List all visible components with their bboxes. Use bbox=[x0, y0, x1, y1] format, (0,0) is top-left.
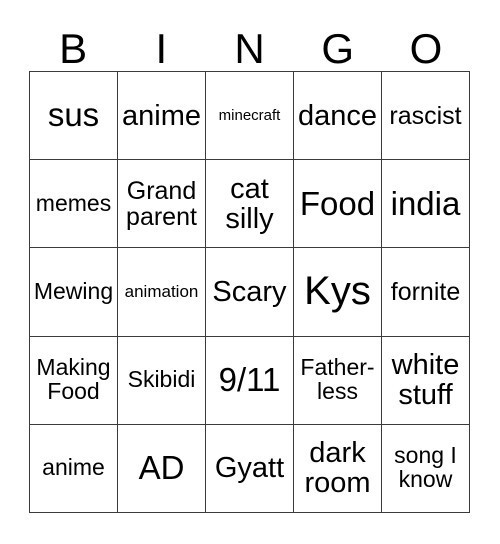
bingo-cell-label: animation bbox=[124, 282, 199, 302]
bingo-cell-label: cat silly bbox=[225, 172, 274, 235]
bingo-cell[interactable]: 9/11 bbox=[206, 336, 294, 425]
bingo-cell-label: minecraft bbox=[218, 106, 281, 124]
bingo-grid: sus anime minecraft dance rascist memes Grand … bbox=[29, 71, 470, 513]
bingo-cell-label: Making Food bbox=[36, 354, 111, 405]
bingo-cell-label: AD bbox=[138, 449, 185, 487]
bingo-cell[interactable]: memes bbox=[30, 160, 118, 249]
bingo-cell[interactable]: anime bbox=[118, 72, 206, 161]
bingo-cell[interactable]: song I know bbox=[382, 424, 470, 513]
bingo-cell-label: Food bbox=[299, 184, 376, 222]
header-letter-b: B bbox=[59, 25, 88, 72]
bingo-cell[interactable]: cat silly bbox=[206, 160, 294, 249]
bingo-cell-label: Skibidi bbox=[127, 366, 196, 393]
bingo-header: B I N G O bbox=[29, 18, 470, 71]
bingo-cell[interactable]: sus bbox=[30, 72, 118, 161]
bingo-cell[interactable]: Mewing bbox=[30, 248, 118, 337]
bingo-cell-label: song I know bbox=[394, 442, 457, 493]
bingo-cell[interactable]: white stuff bbox=[382, 336, 470, 425]
bingo-cell-label: Gyatt bbox=[214, 452, 285, 485]
bingo-cell[interactable]: Skibidi bbox=[118, 336, 206, 425]
header-letter-i: I bbox=[155, 25, 168, 72]
bingo-cell-label: Grand parent bbox=[126, 176, 197, 231]
bingo-cell-label: 9/11 bbox=[218, 361, 281, 399]
bingo-cell[interactable]: dark room bbox=[294, 424, 382, 513]
bingo-cell[interactable]: Grand parent bbox=[118, 160, 206, 249]
bingo-cell[interactable]: Kys bbox=[294, 248, 382, 337]
bingo-card: B I N G O sus anime minecraft dance rascist m… bbox=[0, 0, 500, 544]
bingo-cell[interactable]: Food bbox=[294, 160, 382, 249]
bingo-cell-label: dance bbox=[297, 99, 377, 132]
bingo-cell[interactable]: Gyatt bbox=[206, 424, 294, 513]
bingo-cell-label: anime bbox=[122, 99, 201, 132]
header-letter-o: O bbox=[409, 25, 443, 72]
bingo-cell-label: Mewing bbox=[33, 278, 114, 305]
bingo-cell-label: fornite bbox=[390, 277, 461, 306]
bingo-cell[interactable]: Making Food bbox=[30, 336, 118, 425]
header-letter-n: N bbox=[234, 25, 265, 72]
bingo-cell[interactable]: minecraft bbox=[206, 72, 294, 161]
header-letter-g: G bbox=[321, 25, 355, 72]
bingo-cell-label: Father- less bbox=[300, 354, 375, 405]
bingo-cell-label: anime bbox=[42, 454, 105, 481]
bingo-cell-label: Kys bbox=[304, 269, 371, 314]
bingo-cell[interactable]: AD bbox=[118, 424, 206, 513]
bingo-cell[interactable]: Father- less bbox=[294, 336, 382, 425]
bingo-cell-label: dark room bbox=[304, 437, 371, 500]
bingo-cell[interactable]: anime bbox=[30, 424, 118, 513]
bingo-cell[interactable]: fornite bbox=[382, 248, 470, 337]
bingo-cell[interactable]: dance bbox=[294, 72, 382, 161]
bingo-cell-label: memes bbox=[35, 189, 112, 216]
bingo-cell[interactable]: animation bbox=[118, 248, 206, 337]
bingo-cell-label: white stuff bbox=[391, 349, 460, 412]
bingo-cell-label: india bbox=[390, 184, 461, 222]
bingo-cell-label: rascist bbox=[389, 101, 462, 130]
bingo-cell-label: Scary bbox=[212, 275, 287, 308]
bingo-cell[interactable]: rascist bbox=[382, 72, 470, 161]
bingo-cell[interactable]: india bbox=[382, 160, 470, 249]
bingo-cell-label: sus bbox=[47, 96, 100, 134]
bingo-cell[interactable]: Scary bbox=[206, 248, 294, 337]
